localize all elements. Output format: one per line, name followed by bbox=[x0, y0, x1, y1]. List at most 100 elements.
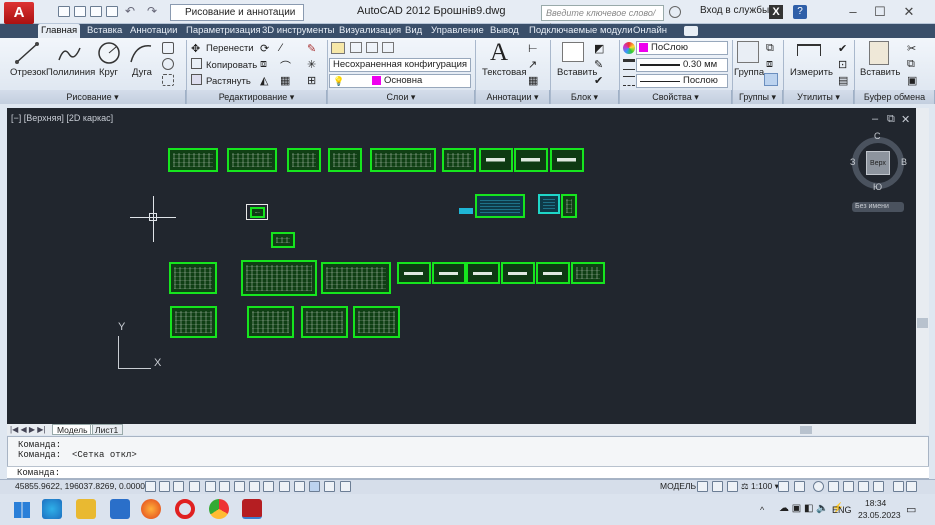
quick-properties-icon[interactable] bbox=[294, 481, 305, 492]
line-button-label[interactable]: Отрезок bbox=[10, 67, 46, 78]
drawing-sheet[interactable] bbox=[536, 262, 570, 284]
drawing-sheet[interactable] bbox=[466, 262, 500, 284]
drawing-sheet[interactable] bbox=[328, 148, 362, 172]
ribbon-toggle-icon[interactable] bbox=[684, 26, 698, 36]
copy-clip-icon[interactable]: ⧉ bbox=[907, 58, 915, 71]
drawing-sheet[interactable] bbox=[169, 262, 217, 294]
clean-screen-icon[interactable] bbox=[873, 481, 884, 492]
text-button-label[interactable]: Текстовая bbox=[482, 67, 526, 78]
quick-select-icon[interactable]: ✔ bbox=[838, 42, 847, 55]
model-button[interactable]: МОДЕЛЬ bbox=[660, 481, 696, 491]
transparency-toggle-icon[interactable] bbox=[279, 481, 290, 492]
drawing-sheet[interactable] bbox=[514, 148, 548, 172]
polar-toggle-icon[interactable] bbox=[189, 481, 200, 492]
layer-state-dropdown[interactable]: Несохраненная конфигурация сло bbox=[329, 58, 471, 72]
tab-annotate[interactable]: Аннотации bbox=[127, 24, 181, 38]
search-input[interactable]: Введите ключевое слово/фразу bbox=[541, 5, 664, 32]
array-icon[interactable]: ▦ bbox=[280, 74, 290, 87]
drawing-sheet[interactable] bbox=[475, 194, 525, 218]
viewport-restore-icon[interactable]: ⧉ bbox=[887, 113, 895, 126]
polyline-icon[interactable] bbox=[56, 40, 82, 66]
close-icon[interactable]: ✕ bbox=[899, 4, 919, 20]
layer-tool-icon[interactable] bbox=[350, 42, 362, 53]
quick-view-layouts-icon[interactable] bbox=[697, 481, 708, 492]
hardware-acceleration-icon[interactable] bbox=[843, 481, 854, 492]
drawing-sheet[interactable] bbox=[479, 148, 513, 172]
grid-toggle-icon[interactable] bbox=[159, 481, 170, 492]
mirror-icon[interactable]: ⧈ bbox=[260, 58, 267, 71]
minimize-icon[interactable]: – bbox=[843, 4, 863, 20]
drawing-sheet[interactable] bbox=[250, 207, 265, 218]
copy-icon[interactable] bbox=[191, 58, 202, 69]
layer-tool-icon[interactable] bbox=[382, 42, 394, 53]
color-wheel-icon[interactable] bbox=[623, 42, 635, 54]
workspace-dropdown[interactable]: Рисование и аннотации bbox=[170, 4, 304, 21]
drawing-sheet[interactable] bbox=[287, 148, 321, 172]
create-block-icon[interactable]: ◩ bbox=[594, 42, 604, 55]
model-space-icon[interactable] bbox=[340, 481, 351, 492]
workspace-switch-icon[interactable] bbox=[813, 481, 824, 492]
group-button-label[interactable]: Группа bbox=[734, 67, 764, 78]
osnap-toggle-icon[interactable] bbox=[205, 481, 216, 492]
lock-ui-icon[interactable] bbox=[828, 481, 839, 492]
application-menu-button[interactable]: A bbox=[4, 2, 34, 24]
lineweight-toggle-icon[interactable] bbox=[263, 481, 274, 492]
command-input[interactable]: Команда: bbox=[7, 466, 929, 478]
autoscale-icon[interactable] bbox=[794, 481, 805, 492]
paste-button-label[interactable]: Вставить bbox=[860, 67, 900, 78]
snap-toggle-icon[interactable] bbox=[145, 481, 156, 492]
drawing-fragment[interactable] bbox=[459, 208, 473, 214]
viewport-minimize-icon[interactable]: – bbox=[872, 113, 878, 125]
drawing-sheet[interactable] bbox=[227, 148, 277, 172]
firefox-icon[interactable] bbox=[141, 499, 161, 519]
circle-icon[interactable] bbox=[96, 40, 122, 66]
drawing-sheet[interactable] bbox=[370, 148, 436, 172]
viewcube-west[interactable]: З bbox=[850, 157, 855, 167]
edge-browser-icon[interactable] bbox=[42, 499, 62, 519]
exchange-icon[interactable]: X bbox=[769, 5, 783, 19]
tray-chevron-icon[interactable]: ^ bbox=[760, 505, 764, 515]
viewport-controls[interactable]: [−] [Верхняя] [2D каркас] bbox=[11, 113, 113, 123]
search-icon[interactable] bbox=[669, 6, 681, 18]
insert-block-icon[interactable] bbox=[562, 42, 584, 62]
drawing-sheet[interactable] bbox=[301, 306, 348, 338]
opera-icon[interactable] bbox=[175, 499, 195, 519]
print-icon[interactable] bbox=[106, 6, 118, 17]
trim-icon[interactable]: ⁄ bbox=[280, 42, 282, 54]
stretch-icon[interactable] bbox=[191, 74, 202, 85]
tab-insert[interactable]: Вставка bbox=[84, 24, 125, 38]
quick-view-drawings-icon[interactable] bbox=[712, 481, 723, 492]
id-point-icon[interactable]: ⊡ bbox=[838, 58, 847, 71]
group-select-icon[interactable] bbox=[764, 73, 778, 86]
drawing-sheet[interactable] bbox=[321, 262, 391, 294]
cut-icon[interactable]: ✂ bbox=[907, 42, 916, 55]
annotation-panel-title[interactable]: Аннотации ▾ bbox=[476, 90, 550, 104]
tab-home[interactable]: Главная bbox=[38, 24, 81, 38]
tab-view[interactable]: Вид bbox=[402, 24, 425, 38]
otrack-toggle-icon[interactable] bbox=[219, 481, 230, 492]
maximize-icon[interactable]: ☐ bbox=[870, 4, 890, 20]
drawing-sheet[interactable] bbox=[170, 306, 217, 338]
drawing-sheet[interactable] bbox=[550, 148, 584, 172]
linetype-icon[interactable] bbox=[623, 76, 635, 86]
notifications-icon[interactable]: ▭ bbox=[906, 503, 916, 516]
erase-icon[interactable]: ✎ bbox=[307, 42, 316, 55]
tab-3d-tools[interactable]: 3D инструменты bbox=[259, 24, 338, 38]
dimension-icon[interactable]: ⊢ bbox=[528, 42, 538, 55]
signin-button[interactable]: Вход в службы bbox=[700, 5, 769, 16]
drawing-sheet[interactable] bbox=[241, 260, 317, 296]
drawing-sheet[interactable] bbox=[168, 148, 218, 172]
dyn-toggle-icon[interactable] bbox=[249, 481, 260, 492]
annotation-monitor-icon[interactable] bbox=[324, 481, 335, 492]
ducs-toggle-icon[interactable] bbox=[234, 481, 245, 492]
layer-properties-icon[interactable] bbox=[331, 42, 345, 54]
edit-block-icon[interactable]: ✎ bbox=[594, 58, 603, 71]
drawing-sheet[interactable] bbox=[442, 148, 476, 172]
tab-layout1[interactable]: Лист1 bbox=[90, 424, 124, 435]
tab-manage[interactable]: Управление bbox=[428, 24, 487, 38]
rectangle-icon[interactable] bbox=[162, 42, 174, 54]
tab-render[interactable]: Визуализация bbox=[336, 24, 404, 38]
lineweight-icon[interactable] bbox=[623, 59, 635, 70]
tab-plugins[interactable]: Подключаемые модули bbox=[526, 24, 636, 38]
annotation-scale[interactable]: ⚖ 1:100 ▾ bbox=[741, 481, 779, 492]
